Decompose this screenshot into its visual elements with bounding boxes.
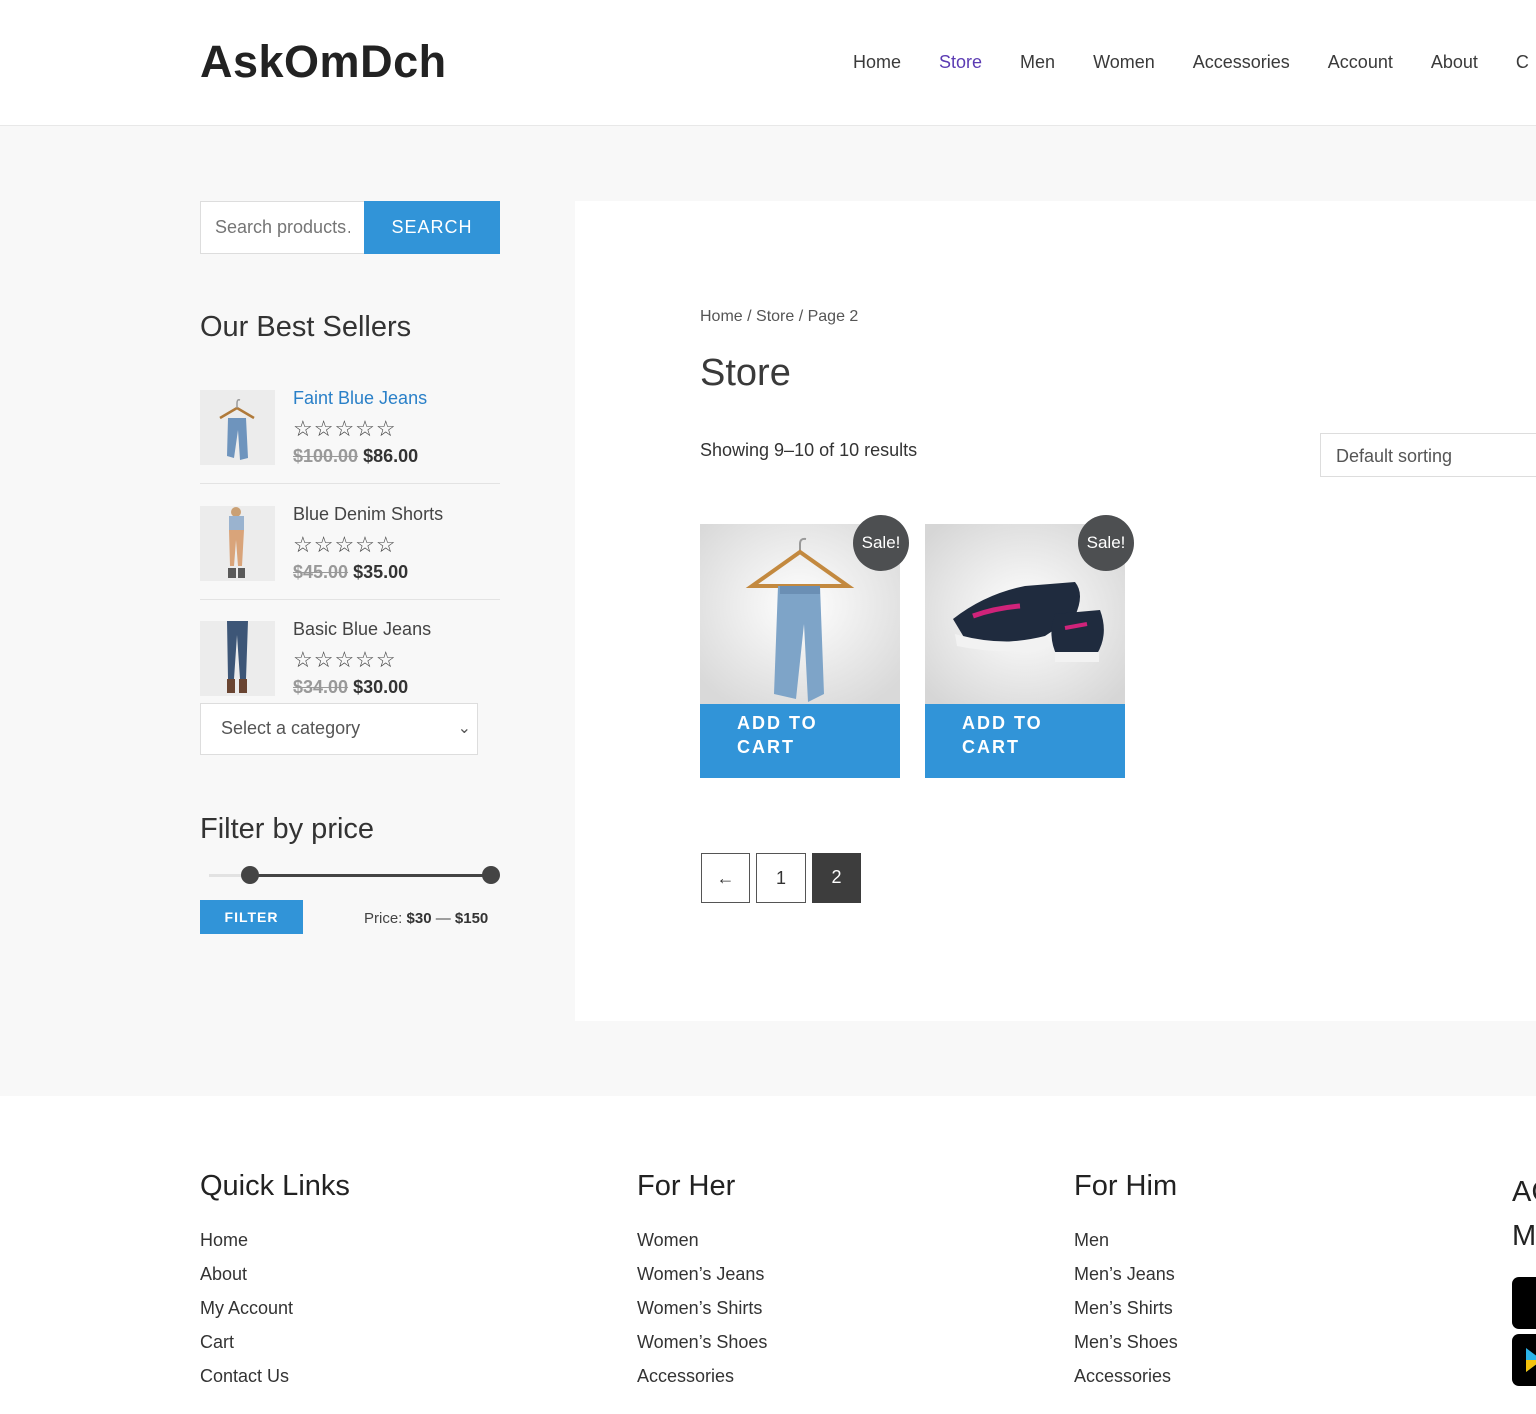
pagination-page-2[interactable]: 2	[812, 853, 861, 903]
divider	[200, 483, 500, 484]
nav-accessories[interactable]: Accessories	[1193, 52, 1290, 73]
sorting-select[interactable]: Default sorting	[1320, 433, 1536, 477]
search-button[interactable]: SEARCH	[364, 201, 500, 254]
product-name[interactable]: Faint Blue Jeans	[293, 388, 427, 409]
product-price: $100.00 $86.00	[293, 446, 418, 467]
footer-link[interactable]: Men	[1074, 1229, 1178, 1263]
product-price: $45.00 $35.00	[293, 562, 408, 583]
price-max: $150	[454, 910, 489, 927]
rating-stars: ☆☆☆☆☆	[293, 416, 397, 441]
breadcrumb[interactable]: Home / Store / Page 2	[700, 308, 858, 326]
product-price: $34.00 $30.00	[293, 677, 408, 698]
price-slider-range	[249, 874, 492, 877]
footer-for-him: For Him Men Men’s Jeans Men’s Shirts Men…	[1074, 1170, 1178, 1399]
app-store-badge[interactable]	[1512, 1277, 1536, 1329]
footer-link[interactable]: About	[200, 1263, 350, 1297]
footer-link[interactable]: Accessories	[1074, 1365, 1178, 1399]
nav-about[interactable]: About	[1431, 52, 1478, 73]
rating-stars: ☆☆☆☆☆	[293, 647, 397, 672]
nav-contact[interactable]: C	[1516, 52, 1529, 73]
add-to-cart-button[interactable]: ADD TO CART	[700, 704, 900, 778]
best-sellers-title: Our Best Sellers	[200, 311, 412, 343]
nav-men[interactable]: Men	[1020, 52, 1055, 73]
best-seller-item[interactable]: Blue Denim Shorts ☆☆☆☆☆ $45.00 $35.00	[200, 504, 500, 622]
footer-for-her: For Her Women Women’s Jeans Women’s Shir…	[637, 1170, 767, 1399]
add-to-cart-button[interactable]: ADD TO CART	[925, 704, 1125, 778]
old-price: $34.00	[293, 677, 349, 697]
site-header: AskOmDch Home Store Men Women Accessorie…	[0, 0, 1536, 126]
product-name[interactable]: Basic Blue Jeans	[293, 619, 431, 640]
price-dash: —	[435, 910, 451, 927]
sale-badge: Sale!	[1078, 515, 1134, 571]
footer-link[interactable]: Women’s Jeans	[637, 1263, 767, 1297]
footer-link[interactable]: Men’s Shoes	[1074, 1331, 1178, 1365]
footer-link[interactable]: Accessories	[637, 1365, 767, 1399]
product-search-input[interactable]	[200, 201, 365, 254]
nav-account[interactable]: Account	[1328, 52, 1393, 73]
pagination-page-1[interactable]: 1	[756, 853, 806, 903]
rating-stars: ☆☆☆☆☆	[293, 532, 397, 557]
footer-heading: For Him	[1074, 1170, 1178, 1202]
result-count: Showing 9–10 of 10 results	[700, 440, 918, 460]
filter-price-title: Filter by price	[200, 813, 375, 845]
category-select-value: Select a category	[221, 718, 361, 738]
price-slider-min-handle[interactable]	[240, 866, 259, 884]
price-label: Price:	[364, 910, 403, 927]
footer-quick-links: Quick Links Home About My Account Cart C…	[200, 1170, 350, 1399]
best-seller-item[interactable]: Faint Blue Jeans ☆☆☆☆☆ $100.00 $86.00	[200, 388, 500, 506]
site-logo[interactable]: AskOmDch	[200, 36, 447, 88]
footer-heading: Quick Links	[200, 1170, 350, 1202]
apps-heading-line1: AC	[1512, 1176, 1536, 1208]
product-name[interactable]: Blue Denim Shorts	[293, 504, 443, 525]
nav-store[interactable]: Store	[939, 52, 982, 73]
product-card[interactable]: ADD TO CART Sale!	[700, 515, 909, 778]
category-select[interactable]: Select a category ⌄	[200, 703, 478, 755]
price-slider[interactable]	[209, 866, 501, 884]
page-title: Store	[700, 352, 791, 394]
sale-price: $30.00	[353, 677, 409, 697]
footer-apps-heading: AC M	[1512, 1170, 1536, 1258]
sale-price: $86.00	[363, 446, 419, 466]
footer-link[interactable]: Women’s Shirts	[637, 1297, 767, 1331]
nav-home[interactable]: Home	[853, 52, 901, 73]
sale-price: $35.00	[353, 562, 409, 582]
divider	[200, 599, 500, 600]
footer-link[interactable]: Cart	[200, 1331, 350, 1365]
filter-button[interactable]: FILTER	[200, 900, 303, 934]
product-thumbnail[interactable]	[200, 621, 275, 696]
price-range-label: Price: $30 — $150	[364, 910, 488, 927]
sale-badge: Sale!	[853, 515, 909, 571]
old-price: $100.00	[293, 446, 359, 466]
footer-link[interactable]: Women	[637, 1229, 767, 1263]
product-thumbnail[interactable]	[200, 390, 275, 465]
footer-link[interactable]: Women’s Shoes	[637, 1331, 767, 1365]
nav-women[interactable]: Women	[1093, 52, 1155, 73]
footer-link[interactable]: Contact Us	[200, 1365, 350, 1399]
old-price: $45.00	[293, 562, 349, 582]
price-min: $30	[406, 910, 432, 927]
footer-link[interactable]: Men’s Shirts	[1074, 1297, 1178, 1331]
footer-link[interactable]: My Account	[200, 1297, 350, 1331]
apps-heading-line2: M	[1512, 1220, 1536, 1252]
product-card[interactable]: ADD TO CART Sale!	[925, 515, 1134, 778]
product-thumbnail[interactable]	[200, 506, 275, 581]
footer-heading: For Her	[637, 1170, 736, 1202]
pagination-prev[interactable]: ←	[701, 853, 750, 903]
google-play-badge[interactable]	[1512, 1334, 1536, 1386]
main-nav: Home Store Men Women Accessories Account…	[853, 52, 1529, 73]
footer-link[interactable]: Men’s Jeans	[1074, 1263, 1178, 1297]
chevron-down-icon: ⌄	[457, 720, 471, 737]
footer-link[interactable]: Home	[200, 1229, 350, 1263]
